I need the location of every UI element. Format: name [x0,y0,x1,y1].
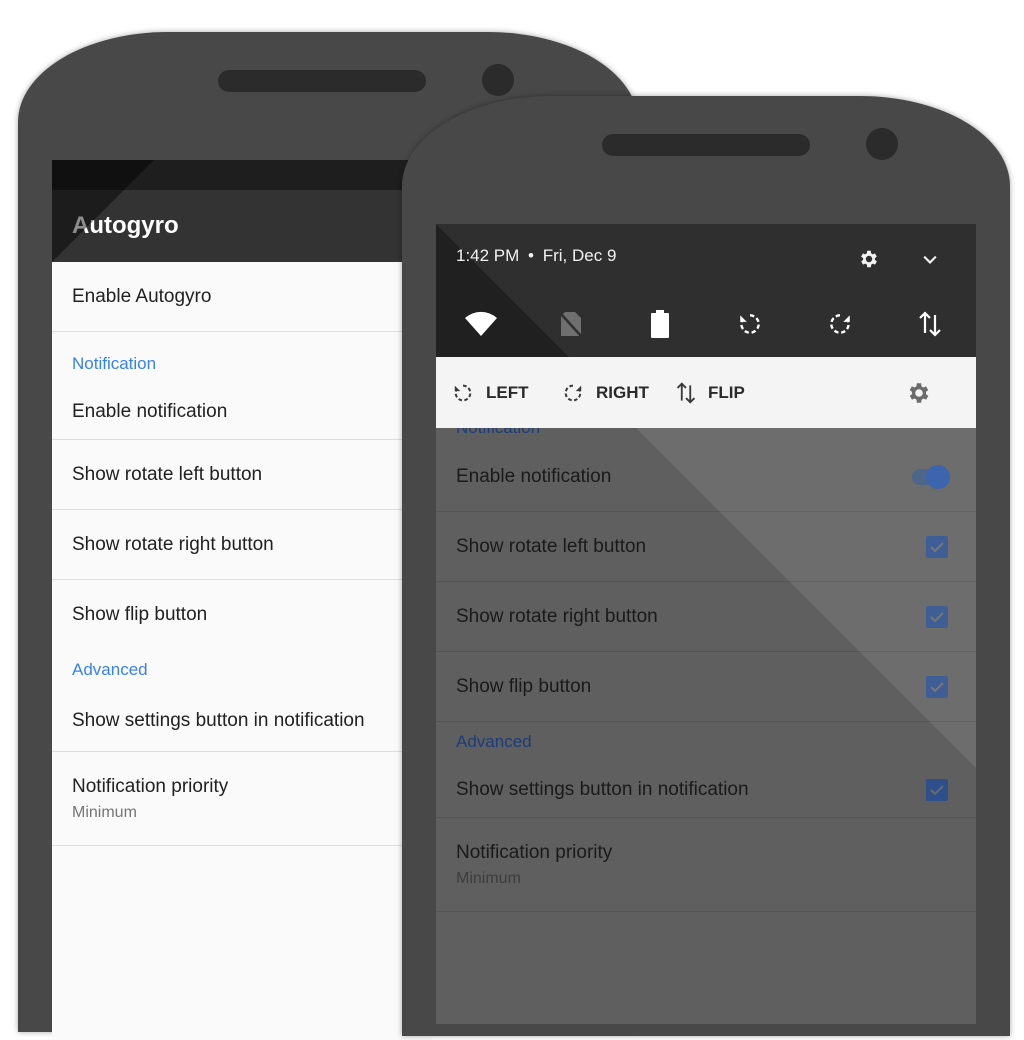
pref-label: Show flip button [72,604,208,625]
action-label: RIGHT [596,382,649,402]
category-notification: Notification [436,428,976,442]
status-separator: • [528,246,534,265]
data-transfer-icon[interactable] [910,304,950,344]
pref-label: Notification priority [456,841,613,863]
no-sim-icon[interactable] [551,304,591,344]
category-notification: Notification [72,354,157,373]
pref-label: Show settings button in notification [456,778,749,800]
front-camera [866,128,898,160]
pref-label: Show rotate left button [72,463,263,485]
action-label: FLIP [708,382,745,402]
pref-show-rotate-right[interactable]: Show rotate right button [52,510,432,580]
battery-icon[interactable] [640,304,680,344]
status-datetime: 1:42 PM • Fri, Dec 9 [456,246,616,266]
show-flip-checkbox[interactable] [926,675,948,698]
enable-notification-switch-thumb[interactable] [926,464,950,489]
pref-show-rotate-left[interactable]: Show rotate left button [436,512,976,582]
front-phone-frame: 1:42 PM • Fri, Dec 9 LEFT RIGHT FLIP Ena… [402,96,1010,1036]
show-left-checkbox[interactable] [926,535,948,558]
pref-summary: Minimum [72,803,137,821]
rotate-right-icon[interactable] [820,304,860,344]
pref-enable-notification[interactable]: Enable notification [52,384,432,440]
chevron-down-icon[interactable] [920,250,940,275]
flip-action[interactable]: FLIP [676,357,745,428]
rotate-left-icon [454,384,472,401]
pref-label: Notification priority [72,775,229,797]
show-settings-checkbox[interactable] [926,778,948,801]
pref-notification-priority[interactable]: Notification priority Minimum [52,752,432,846]
status-date: Fri, Dec 9 [542,246,617,265]
pref-label: Enable notification [456,465,612,487]
pref-notification-priority[interactable]: Notification priority Minimum [436,818,976,912]
rotate-left-action[interactable]: LEFT [452,357,529,428]
pref-enable-autogyro[interactable]: Enable Autogyro [52,262,432,332]
pref-show-rotate-right[interactable]: Show rotate right button [436,582,976,652]
quick-settings-tiles [436,304,976,344]
pref-show-rotate-left[interactable]: Show rotate left button [52,440,432,510]
notification-shade-screen: 1:42 PM • Fri, Dec 9 LEFT RIGHT FLIP Ena… [436,224,976,1024]
rotate-right-icon [564,384,582,401]
pref-label: Enable Autogyro [72,285,212,307]
shadow-decoration [52,160,154,262]
notification-settings-gear-icon[interactable] [906,357,944,428]
quick-settings-panel: 1:42 PM • Fri, Dec 9 [436,224,976,357]
settings-gear-icon[interactable] [858,248,880,275]
action-label: LEFT [486,382,529,402]
settings-screen: Autogyro Enable Autogyro Notification En… [52,160,432,1040]
pref-show-flip[interactable]: Show flip button [436,652,976,722]
front-camera [482,64,514,96]
pref-label: Show rotate left button [456,535,647,557]
pref-label: Show rotate right button [456,605,658,627]
autogyro-notification: LEFT RIGHT FLIP [436,357,976,428]
pref-show-settings-button[interactable]: Show settings button in notification [436,762,976,818]
category-advanced: Advanced [456,732,532,751]
dimmed-settings-list: Notification Enable notification Show ro… [436,428,976,1024]
speaker-grille [218,70,426,92]
rotate-left-icon[interactable] [730,304,770,344]
pref-show-flip[interactable]: Show flip button [52,580,432,650]
rotate-right-action[interactable]: RIGHT [562,357,649,428]
pref-enable-notification[interactable]: Enable notification [436,442,976,512]
pref-summary: Minimum [456,869,521,887]
category-advanced: Advanced [72,660,148,679]
pref-label: Enable notification [72,400,228,422]
speaker-grille [602,134,810,156]
show-right-checkbox[interactable] [926,605,948,628]
pref-show-settings-button[interactable]: Show settings button in notification [52,690,432,752]
status-time: 1:42 PM [456,246,520,265]
pref-label: Show flip button [456,675,592,697]
pref-label: Show rotate right button [72,533,274,555]
flip-icon [676,381,696,404]
pref-label: Show settings button in notification [72,709,365,731]
wifi-icon[interactable] [461,304,501,344]
